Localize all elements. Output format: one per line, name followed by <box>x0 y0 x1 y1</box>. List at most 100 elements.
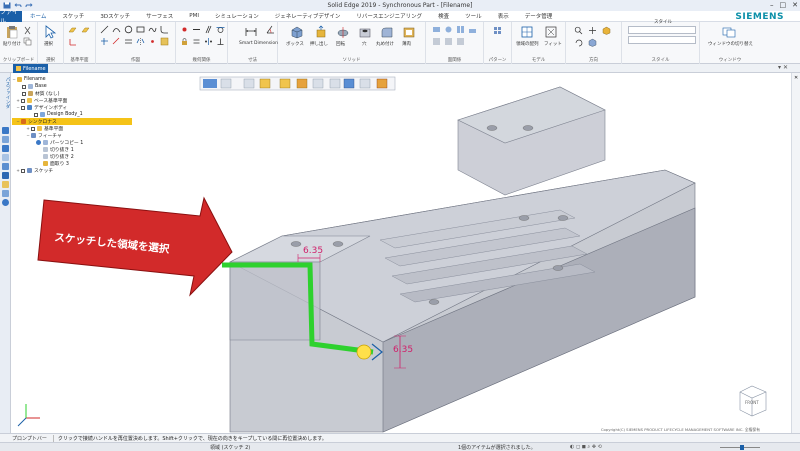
symmetric-face-icon[interactable] <box>456 37 465 46</box>
mirror-icon[interactable] <box>136 37 145 46</box>
box-icon[interactable] <box>290 25 304 39</box>
equal-icon[interactable] <box>192 37 201 46</box>
paste-icon[interactable] <box>5 25 19 39</box>
rigid-icon[interactable] <box>432 37 441 46</box>
symmetric-icon[interactable] <box>204 37 213 46</box>
graphics-window[interactable] <box>0 73 800 433</box>
prompt-bar-label: プロンプトバー <box>12 434 54 442</box>
tab-reverse[interactable]: リバースエンジニアリング <box>348 12 430 20</box>
zoom-slider-thumb[interactable] <box>740 445 744 450</box>
circle-icon[interactable] <box>124 25 133 34</box>
view-orientation-icon[interactable] <box>520 25 534 39</box>
angle-dimension-icon[interactable] <box>266 25 275 34</box>
cmdbar-extent-icon[interactable] <box>243 78 255 89</box>
line-icon[interactable] <box>100 25 109 34</box>
ribbon-group-pattern: パターン <box>484 22 512 64</box>
cmdbar-options-icon[interactable] <box>359 78 371 89</box>
tab-tools[interactable]: ツール <box>457 12 490 20</box>
offset-icon[interactable] <box>124 37 133 46</box>
connect-icon[interactable] <box>180 25 189 34</box>
rotate-icon[interactable] <box>574 38 583 47</box>
coplanar-icon[interactable] <box>432 25 441 34</box>
cmdbar-region-icon[interactable] <box>203 79 217 88</box>
cmdbar-cancel-icon[interactable] <box>376 78 388 89</box>
extrude-icon[interactable] <box>314 25 328 39</box>
dimension-1-value[interactable]: 6.35 <box>303 246 323 256</box>
ribbon-group-planes: 基準平面 <box>64 22 96 64</box>
prompt-bar: プロンプトバー クリックで接続ハンドルを再位置決めします。Shift+クリックで… <box>0 433 800 442</box>
cmdbar-symmetric-icon[interactable] <box>259 78 271 89</box>
switch-window-icon[interactable] <box>722 25 736 39</box>
style-dropdown-secondary[interactable] <box>628 36 696 44</box>
tab-data[interactable]: データ管理 <box>517 12 561 20</box>
hole-icon[interactable] <box>358 25 372 39</box>
group-label-relate: 幾何関係 <box>192 58 211 63</box>
tab-sketch[interactable]: スケッチ <box>54 12 92 20</box>
coaxial-icon[interactable] <box>444 25 453 34</box>
cmdbar-treatment-icon[interactable] <box>312 78 324 89</box>
copy-icon[interactable] <box>23 37 32 46</box>
tab-3d-sketch[interactable]: 3Dスケッチ <box>92 12 138 20</box>
style-dropdown[interactable] <box>628 26 696 34</box>
iso-box-icon[interactable] <box>588 38 597 47</box>
cmdbar-through-icon[interactable] <box>279 78 291 89</box>
spline-icon[interactable] <box>148 25 157 34</box>
smart-dimension-icon[interactable] <box>244 25 258 39</box>
tangent-face-icon[interactable] <box>468 25 477 34</box>
plane-icon[interactable] <box>68 26 77 35</box>
revolve-icon[interactable] <box>336 25 350 39</box>
project-icon[interactable] <box>160 37 169 46</box>
rectangle-icon[interactable] <box>136 25 145 34</box>
cut-icon[interactable] <box>23 26 32 35</box>
cmdbar-select-icon[interactable] <box>343 78 355 89</box>
extend-icon[interactable] <box>112 37 121 46</box>
thin-wall-label: 薄肉 <box>402 42 411 47</box>
shaded-box-icon[interactable] <box>602 26 611 35</box>
thin-wall-icon[interactable] <box>402 25 416 39</box>
point-icon[interactable] <box>148 37 157 46</box>
command-bar <box>199 76 396 91</box>
plane-offset-icon[interactable] <box>81 26 90 35</box>
group-label-style: スタイル <box>651 58 670 63</box>
parallel-face-icon[interactable] <box>456 25 465 34</box>
panel-close-icon[interactable]: ✕ <box>794 75 798 81</box>
trim-icon[interactable] <box>100 37 109 46</box>
fillet-icon[interactable] <box>160 25 169 34</box>
fit-label: フィット <box>544 42 562 47</box>
coordinate-icon[interactable] <box>68 38 77 47</box>
zoom-icon[interactable] <box>574 26 583 35</box>
arc-icon[interactable] <box>112 25 121 34</box>
tangent-icon[interactable] <box>216 25 225 34</box>
tab-inspect[interactable]: 検査 <box>430 12 457 20</box>
status-icons[interactable]: ◐ ◻ ◼ ⌕ ✥ ⟲ <box>570 444 602 450</box>
document-tab-strip: Filename ▾ ✕ <box>0 64 800 73</box>
document-tab[interactable]: Filename <box>13 64 48 73</box>
horizontal-icon[interactable] <box>192 25 201 34</box>
tab-surface[interactable]: サーフェス <box>138 12 181 20</box>
handle-icon[interactable] <box>356 344 372 360</box>
pattern-icon[interactable] <box>493 26 502 35</box>
parallel-icon[interactable] <box>204 25 213 34</box>
tab-home[interactable]: ホーム <box>22 12 54 20</box>
cmdbar-direction-icon[interactable] <box>220 78 232 89</box>
title-bar: Solid Edge 2019 - Synchronous Part - [Fi… <box>0 0 800 11</box>
offset-face-icon[interactable] <box>444 37 453 46</box>
file-tab[interactable]: ファイル <box>0 9 22 25</box>
tab-view[interactable]: 表示 <box>490 12 517 20</box>
close-icon[interactable]: ✕ <box>792 1 798 9</box>
tab-generative[interactable]: ジェネレーティブデザイン <box>267 12 349 20</box>
round-icon[interactable] <box>380 25 394 39</box>
tab-list-icon[interactable]: ▾ ✕ <box>778 64 788 71</box>
fit-icon[interactable] <box>544 25 558 39</box>
pan-icon[interactable] <box>588 26 597 35</box>
select-arrow-icon[interactable] <box>43 25 57 39</box>
cmdbar-keypoint-icon[interactable] <box>329 78 341 89</box>
maximize-icon[interactable]: □ <box>780 1 787 9</box>
dimension-2-value[interactable]: 6.35 <box>393 345 413 355</box>
tab-simulation[interactable]: シミュレーション <box>207 12 267 20</box>
tab-pmi[interactable]: PMI <box>181 13 207 19</box>
lock-icon[interactable] <box>180 37 189 46</box>
minimize-icon[interactable]: – <box>770 1 774 9</box>
perpendicular-icon[interactable] <box>216 37 225 46</box>
cmdbar-cut-icon[interactable] <box>296 78 308 89</box>
